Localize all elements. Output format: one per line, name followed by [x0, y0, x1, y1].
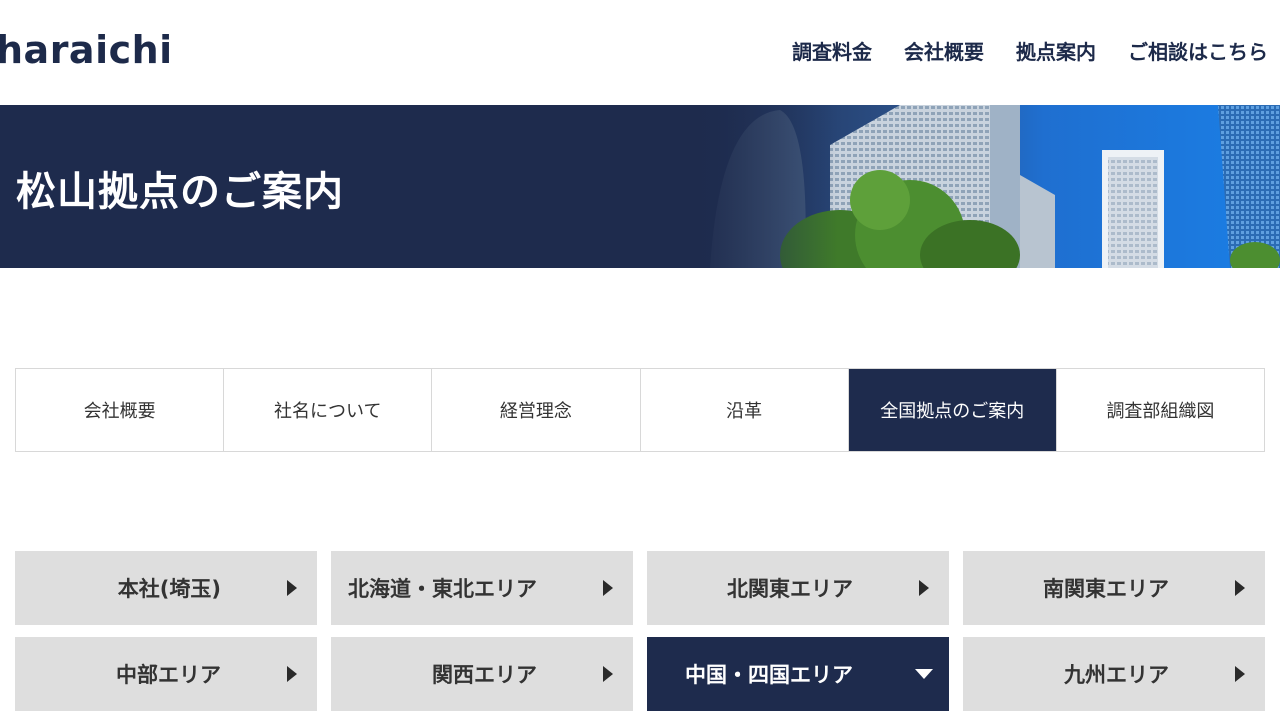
- area-label: 北海道・東北エリア: [348, 577, 537, 601]
- area-label: 九州エリア: [1064, 663, 1169, 687]
- area-button-chugoku-shikoku[interactable]: 中国・四国エリア: [647, 637, 949, 711]
- area-label: 中部エリア: [116, 663, 221, 687]
- area-button-chubu[interactable]: 中部エリア: [15, 637, 317, 711]
- caret-down-icon: [915, 669, 933, 679]
- caret-right-icon: [1235, 580, 1245, 596]
- tab-philosophy[interactable]: 経営理念: [432, 369, 641, 451]
- site-logo[interactable]: haraichi: [0, 28, 173, 72]
- nav-company-link[interactable]: 会社概要: [904, 36, 984, 65]
- area-button-kita-kanto[interactable]: 北関東エリア: [647, 551, 949, 625]
- caret-right-icon: [603, 580, 613, 596]
- city-skyline-image: [690, 105, 1280, 268]
- tab-organization-chart[interactable]: 調査部組織図: [1056, 369, 1265, 451]
- caret-right-icon: [919, 580, 929, 596]
- tab-offices[interactable]: 全国拠点のご案内: [848, 369, 1057, 451]
- area-button-hokkaido-tohoku[interactable]: 北海道・東北エリア: [331, 551, 633, 625]
- area-selector: 本社(埼玉) 北海道・東北エリア 北関東エリア 南関東エリア 中部エリア 関西エ…: [15, 551, 1265, 711]
- caret-right-icon: [287, 666, 297, 682]
- area-label: 北関東エリア: [727, 577, 853, 601]
- site-header: haraichi 調査料金 会社概要 拠点案内 ご相談はこちら: [0, 0, 1280, 105]
- tab-company-overview[interactable]: 会社概要: [16, 369, 225, 451]
- area-label: 関西エリア: [432, 663, 537, 687]
- area-label: 本社(埼玉): [117, 577, 221, 601]
- caret-right-icon: [603, 666, 613, 682]
- area-label: 南関東エリア: [1043, 577, 1169, 601]
- nav-contact-link[interactable]: ご相談はこちら: [1128, 36, 1268, 65]
- hero-banner: 松山拠点のご案内: [0, 105, 1280, 268]
- tab-history[interactable]: 沿革: [640, 369, 849, 451]
- area-button-minami-kanto[interactable]: 南関東エリア: [963, 551, 1265, 625]
- caret-right-icon: [287, 580, 297, 596]
- area-label: 中国・四国エリア: [685, 663, 853, 687]
- tab-company-name[interactable]: 社名について: [224, 369, 433, 451]
- area-button-kyushu[interactable]: 九州エリア: [963, 637, 1265, 711]
- nav-offices-link[interactable]: 拠点案内: [1016, 36, 1096, 65]
- company-tabs: 会社概要 社名について 経営理念 沿革 全国拠点のご案内 調査部組織図: [15, 368, 1265, 452]
- page-title: 松山拠点のご案内: [16, 169, 344, 215]
- nav-pricing-link[interactable]: 調査料金: [792, 36, 872, 65]
- caret-right-icon: [1235, 666, 1245, 682]
- global-nav: 調査料金 会社概要 拠点案内 ご相談はこちら: [792, 36, 1268, 65]
- area-button-headquarters[interactable]: 本社(埼玉): [15, 551, 317, 625]
- area-button-kansai[interactable]: 関西エリア: [331, 637, 633, 711]
